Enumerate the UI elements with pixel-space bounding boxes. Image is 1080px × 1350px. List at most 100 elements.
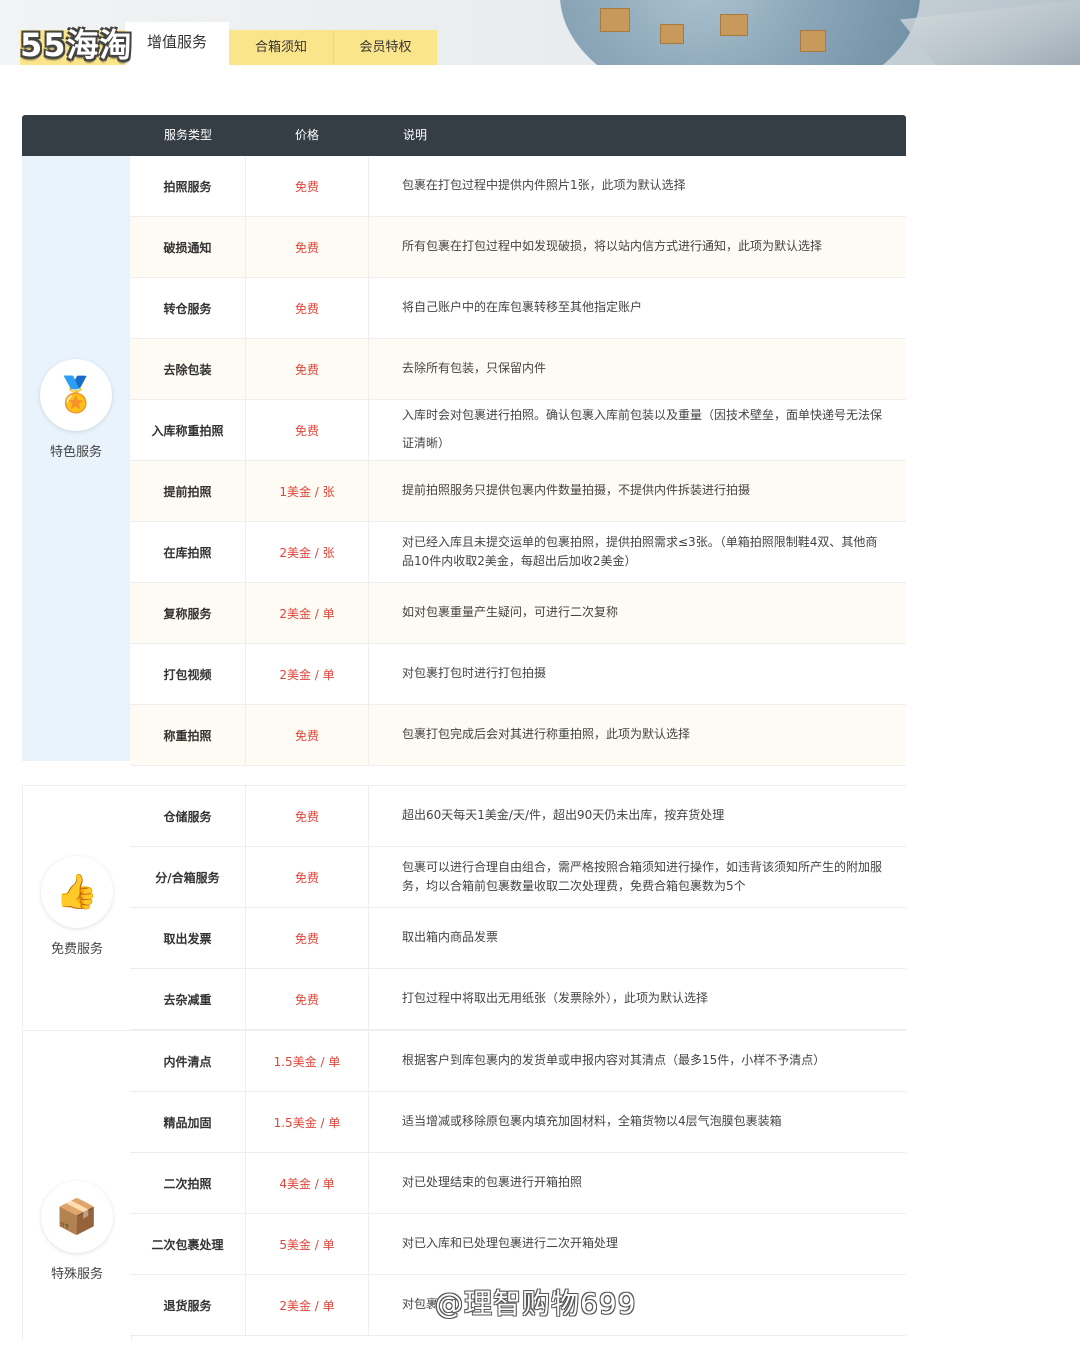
column-header-type: 服务类型 [164, 128, 213, 142]
table-header: 服务类型 价格 说明 [22, 115, 906, 156]
service-price: 免费 [246, 847, 369, 907]
table-row: 二次拍照 4美金 / 单 对已处理结束的包裹进行开箱拍照 [130, 1153, 906, 1214]
table-row: 内件清点 1.5美金 / 单 根据客户到库包裹内的发货单或申报内容对其清点（最多… [130, 1031, 906, 1092]
service-description: 对已处理结束的包裹进行开箱拍照 [402, 1175, 583, 1190]
service-description: 取出箱内商品发票 [402, 930, 499, 945]
service-type: 拍照服务 [130, 156, 246, 216]
parcel-illustration [800, 30, 826, 52]
service-description: 对已经入库且未提交运单的包裹拍照，提供拍照需求≤3张。（单箱拍照限制鞋4双、其他… [402, 534, 878, 568]
service-type: 精品加固 [130, 1092, 246, 1152]
service-group-free: 👍 免费服务 仓储服务 免费 超出60天每天1美金/天/件，超出90天仍未出库，… [22, 785, 906, 1030]
service-price: 2美金 / 单 [246, 644, 369, 704]
service-price: 2美金 / 张 [246, 522, 369, 582]
service-price: 2美金 / 单 [246, 583, 369, 643]
tab-value-added-services[interactable]: 增值服务 [125, 22, 229, 65]
airplane-illustration [900, 0, 1080, 65]
medal-24-icon: 🏅 [40, 359, 112, 431]
table-row: 打包视频 2美金 / 单 对包裹打包时进行打包拍摄 [130, 644, 906, 705]
tab-consolidation-notice[interactable]: 合箱须知 [229, 30, 333, 65]
table-row: 提前拍照 1美金 / 张 提前拍照服务只提供包裹内件数量拍摄，不提供内件拆装进行… [130, 461, 906, 522]
service-price: 免费 [246, 217, 369, 277]
service-description: 适当增减或移除原包裹内填充加固材料，全箱货物以4层气泡膜包裹装箱 [402, 1114, 782, 1129]
table-row: 转仓服务 免费 将自己账户中的在库包裹转移至其他指定账户 [130, 278, 906, 339]
table-row: 在库拍照 2美金 / 张 对已经入库且未提交运单的包裹拍照，提供拍照需求≤3张。… [130, 522, 906, 583]
service-description: 根据客户到库包裹内的发货单或申报内容对其清点（最多15件，小样不予清点） [402, 1053, 826, 1068]
service-price: 免费 [246, 908, 369, 968]
service-description: 包裹打包完成后会对其进行称重拍照，此项为默认选择 [402, 727, 691, 742]
service-price: 5美金 / 单 [246, 1214, 369, 1274]
service-group-featured: 🏅 特色服务 拍照服务 免费 包裹在打包过程中提供内件照片1张，此项为默认选择 … [22, 156, 906, 766]
service-type: 退货服务 [130, 1275, 246, 1335]
service-type: 去杂减重 [130, 969, 246, 1029]
service-price: 免费 [246, 705, 369, 765]
service-price: 免费 [246, 339, 369, 399]
watermark: @理智购物699 [435, 1287, 637, 1320]
table-row: 取出发票 免费 取出箱内商品发票 [130, 908, 906, 969]
service-price: 1美金 / 张 [246, 461, 369, 521]
category-label: 特殊服务 [50, 1267, 103, 1282]
table-row: 二次包裹处理 5美金 / 单 对已入库和已处理包裹进行二次开箱处理 [130, 1214, 906, 1275]
table-row: 破损通知 免费 所有包裹在打包过程中如发现破损，将以站内信方式进行通知，此项为默… [130, 217, 906, 278]
table-row: 去杂减重 免费 打包过程中将取出无用纸张（发票除外），此项为默认选择 [130, 969, 906, 1030]
category-cell: 👍 免费服务 [22, 786, 132, 1028]
table-row: 精品加固 1.5美金 / 单 适当增减或移除原包裹内填充加固材料，全箱货物以4层… [130, 1092, 906, 1153]
table-row: 仓储服务 免费 超出60天每天1美金/天/件，超出90天仍未出库，按弃货处理 [130, 786, 906, 847]
service-price: 4美金 / 单 [246, 1153, 369, 1213]
service-type: 打包视频 [130, 644, 246, 704]
parcel-illustration [660, 24, 684, 44]
table-row: 分/合箱服务 免费 包裹可以进行合理自由组合，需严格按照合箱须知进行操作，如违背… [130, 847, 906, 908]
service-price: 1.5美金 / 单 [246, 1031, 369, 1091]
service-price: 免费 [246, 156, 369, 216]
category-cell: 📦 特殊服务 [22, 1031, 132, 1341]
service-description: 包裹可以进行合理自由组合，需严格按照合箱须知进行操作，如违背该须知所产生的附加服… [402, 859, 883, 893]
service-type: 去除包装 [130, 339, 246, 399]
service-description: 对已入库和已处理包裹进行二次开箱处理 [402, 1236, 619, 1251]
service-price: 免费 [246, 278, 369, 338]
parcel-illustration [600, 8, 630, 32]
service-description: 所有包裹在打包过程中如发现破损，将以站内信方式进行通知，此项为默认选择 [402, 239, 823, 254]
service-description: 入库时会对包裹进行拍照。确认包裹入库前包装以及重量（因技术壁垒，面单快递号无法保… [402, 408, 883, 450]
thumbs-up-stars-icon: 👍 [41, 856, 113, 928]
service-type: 在库拍照 [130, 522, 246, 582]
service-type: 转仓服务 [130, 278, 246, 338]
service-type: 取出发票 [130, 908, 246, 968]
service-type: 提前拍照 [130, 461, 246, 521]
services-table: 服务类型 价格 说明 🏅 特色服务 拍照服务 免费 包裹在打包过程中提供内件照片… [22, 115, 906, 1341]
delivery-worker-icon: 📦 [41, 1181, 113, 1253]
table-row: 复称服务 2美金 / 单 如对包裹重量产生疑问，可进行二次复称 [130, 583, 906, 644]
service-description: 将自己账户中的在库包裹转移至其他指定账户 [402, 300, 643, 315]
table-row: 称重拍照 免费 包裹打包完成后会对其进行称重拍照，此项为默认选择 [130, 705, 906, 766]
service-price: 2美金 / 单 [246, 1275, 369, 1335]
service-price: 免费 [246, 400, 369, 460]
service-type: 分/合箱服务 [130, 847, 246, 907]
table-row: 去除包装 免费 去除所有包装，只保留内件 [130, 339, 906, 400]
category-label: 特色服务 [49, 445, 102, 460]
service-price: 免费 [246, 786, 369, 846]
service-type: 内件清点 [130, 1031, 246, 1091]
service-type: 入库称重拍照 [130, 400, 246, 460]
service-description: 去除所有包装，只保留内件 [402, 361, 547, 376]
site-logo[interactable]: 55海淘 [20, 20, 133, 66]
category-label: 免费服务 [50, 942, 103, 957]
service-type: 二次包裹处理 [130, 1214, 246, 1274]
table-row: 拍照服务 免费 包裹在打包过程中提供内件照片1张，此项为默认选择 [130, 156, 906, 217]
service-type: 复称服务 [130, 583, 246, 643]
service-description: 打包过程中将取出无用纸张（发票除外），此项为默认选择 [402, 991, 709, 1006]
table-row: 入库称重拍照 免费 入库时会对包裹进行拍照。确认包裹入库前包装以及重量（因技术壁… [130, 400, 906, 461]
service-type: 破损通知 [130, 217, 246, 277]
column-header-price: 价格 [295, 128, 320, 142]
group-gap [22, 766, 906, 785]
service-type: 仓储服务 [130, 786, 246, 846]
service-price: 1.5美金 / 单 [246, 1092, 369, 1152]
service-description: 提前拍照服务只提供包裹内件数量拍摄，不提供内件拆装进行拍摄 [402, 483, 751, 498]
service-description: 超出60天每天1美金/天/件，超出90天仍未出库，按弃货处理 [402, 808, 725, 823]
service-type: 二次拍照 [130, 1153, 246, 1213]
service-description: 对包裹打包时进行打包拍摄 [402, 666, 547, 681]
tab-member-privileges[interactable]: 会员特权 [333, 30, 437, 65]
service-price: 免费 [246, 969, 369, 1029]
service-description: 包裹在打包过程中提供内件照片1张，此项为默认选择 [402, 178, 686, 193]
service-description: 如对包裹重量产生疑问，可进行二次复称 [402, 605, 619, 620]
category-cell: 🏅 特色服务 [22, 156, 131, 761]
column-header-description: 说明 [403, 128, 428, 142]
service-type: 称重拍照 [130, 705, 246, 765]
